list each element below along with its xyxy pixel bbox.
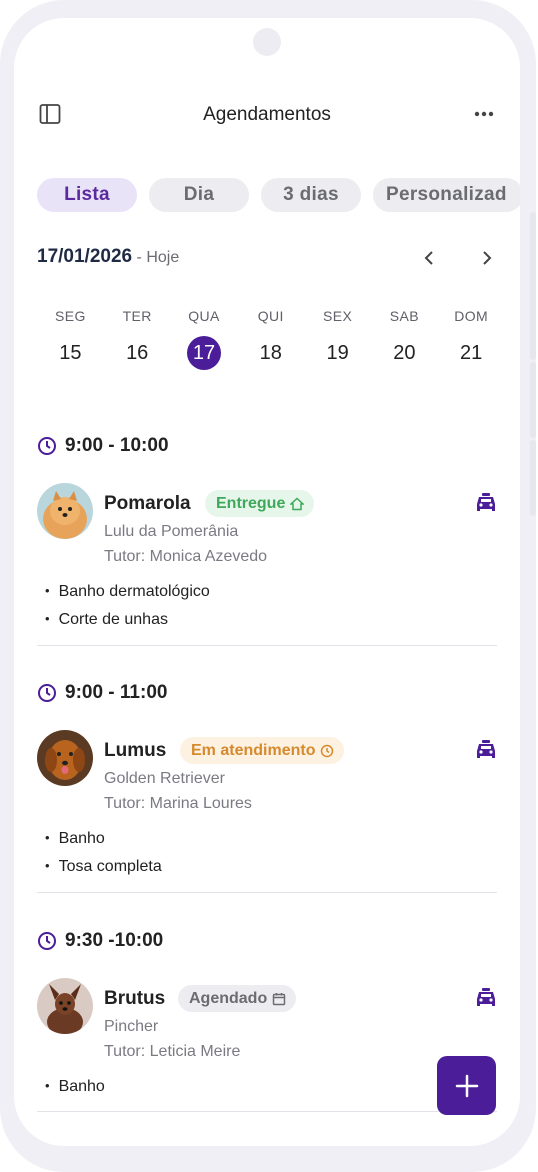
service-list: Banho dermatológico Corte de unhas xyxy=(45,578,210,634)
prev-week-button[interactable] xyxy=(419,248,439,268)
pet-breed: Pincher xyxy=(104,1018,159,1035)
service-item: Banho xyxy=(45,1073,105,1101)
status-badge: Em atendimento xyxy=(180,737,345,764)
pet-name: Lumus xyxy=(104,740,167,761)
more-icon xyxy=(474,111,494,117)
pet-breed: Golden Retriever xyxy=(104,770,225,787)
tab-3-dias[interactable]: 3 dias xyxy=(261,178,361,212)
clock-icon xyxy=(321,744,334,757)
status-label: Entregue xyxy=(216,494,286,512)
service-item: Banho dermatológico xyxy=(45,578,210,606)
weekday-label: QUA xyxy=(188,308,220,324)
weekday-label: SEG xyxy=(55,308,86,324)
appointment-time: 9:30 -10:00 xyxy=(65,930,164,951)
car-icon[interactable] xyxy=(475,740,497,760)
day-number: 21 xyxy=(460,342,483,364)
day-number: 20 xyxy=(393,342,416,364)
day-qui[interactable]: QUI 18 xyxy=(237,308,304,370)
day-number: 19 xyxy=(326,342,349,364)
chevron-right-icon xyxy=(483,251,492,265)
day-seg[interactable]: SEG 15 xyxy=(37,308,104,370)
page-title: Agendamentos xyxy=(203,104,331,125)
status-label: Agendado xyxy=(189,989,268,1007)
day-dom[interactable]: DOM 21 xyxy=(438,308,505,370)
next-week-button[interactable] xyxy=(477,248,497,268)
appointment-time-row: 9:30 -10:00 xyxy=(37,928,497,954)
tab-lista[interactable]: Lista xyxy=(37,178,137,212)
divider xyxy=(37,892,497,893)
pet-avatar xyxy=(37,483,93,539)
chevron-left-icon xyxy=(424,251,433,265)
calendar-icon xyxy=(272,992,286,1005)
weekday-label: DOM xyxy=(454,308,489,324)
pet-avatar xyxy=(37,730,93,786)
day-number-selected: 17 xyxy=(186,336,221,370)
date-today-label: - Hoje xyxy=(136,249,180,266)
appointment-card[interactable]: 9:00 - 11:00 Lumus Em atendimento Golden xyxy=(37,680,497,875)
tab-personalizado[interactable]: Personalizad xyxy=(373,178,520,212)
day-qua[interactable]: QUA 17 xyxy=(171,308,238,370)
app-screen: Agendamentos Lista Dia 3 dias Personaliz… xyxy=(14,18,520,1146)
car-icon[interactable] xyxy=(475,988,497,1008)
weekday-label: TER xyxy=(122,308,152,324)
pet-name: Brutus xyxy=(104,988,166,1009)
date-header: 17/01/2026 - Hoje xyxy=(37,246,497,272)
status-badge: Entregue xyxy=(205,490,315,517)
pet-tutor: Tutor: Leticia Meire xyxy=(104,1043,241,1060)
weekday-label: SAB xyxy=(389,308,419,324)
status-badge: Agendado xyxy=(178,985,297,1012)
status-label: Em atendimento xyxy=(191,741,316,759)
current-date: 17/01/2026 xyxy=(37,246,133,267)
pet-name: Pomarola xyxy=(104,493,191,514)
day-sab[interactable]: SAB 20 xyxy=(371,308,438,370)
clock-icon xyxy=(37,931,57,951)
service-list: Banho xyxy=(45,1073,105,1101)
appointment-time: 9:00 - 10:00 xyxy=(65,435,169,456)
appointment-time: 9:00 - 11:00 xyxy=(65,682,168,703)
weekday-label: QUI xyxy=(257,308,284,324)
week-strip: SEG 15 TER 16 QUA 17 QUI 18 SEX 19 SAB 2… xyxy=(37,308,505,370)
day-ter[interactable]: TER 16 xyxy=(104,308,171,370)
pet-tutor: Tutor: Marina Loures xyxy=(104,795,252,812)
plus-icon xyxy=(455,1074,478,1097)
divider xyxy=(37,645,497,646)
day-sex[interactable]: SEX 19 xyxy=(304,308,371,370)
appointment-card[interactable]: 9:30 -10:00 Brutus Agendado Pincher Tuto… xyxy=(37,928,497,1098)
weekday-label: SEX xyxy=(322,308,353,324)
pet-breed: Lulu da Pomerânia xyxy=(104,523,239,540)
phone-frame: Agendamentos Lista Dia 3 dias Personaliz… xyxy=(0,0,536,1172)
day-number: 15 xyxy=(59,342,82,364)
appointment-time-row: 9:00 - 11:00 xyxy=(37,680,497,706)
clock-icon xyxy=(37,683,57,703)
clock-icon xyxy=(37,436,57,456)
service-list: Banho Tosa completa xyxy=(45,825,162,881)
add-appointment-button[interactable] xyxy=(437,1056,496,1115)
appointment-time-row: 9:00 - 10:00 xyxy=(37,433,497,459)
divider xyxy=(37,1111,497,1112)
pet-avatar xyxy=(37,978,93,1034)
phone-side-button xyxy=(530,440,536,516)
pet-tutor: Tutor: Monica Azevedo xyxy=(104,548,268,565)
service-item: Corte de unhas xyxy=(45,606,210,634)
day-number: 16 xyxy=(126,342,149,364)
phone-side-button xyxy=(530,212,536,360)
day-number: 18 xyxy=(259,342,282,364)
camera-notch xyxy=(253,28,281,56)
phone-side-button xyxy=(530,362,536,438)
appointment-card[interactable]: 9:00 - 10:00 Pomarola Entregue Lulu da P… xyxy=(37,433,497,628)
service-item: Tosa completa xyxy=(45,853,162,881)
home-icon xyxy=(290,496,305,510)
view-tabs: Lista Dia 3 dias Personalizad xyxy=(37,178,520,212)
service-item: Banho xyxy=(45,825,162,853)
more-options-button[interactable] xyxy=(470,102,498,126)
tab-dia[interactable]: Dia xyxy=(149,178,249,212)
car-icon[interactable] xyxy=(475,493,497,513)
app-header: Agendamentos xyxy=(14,94,520,134)
